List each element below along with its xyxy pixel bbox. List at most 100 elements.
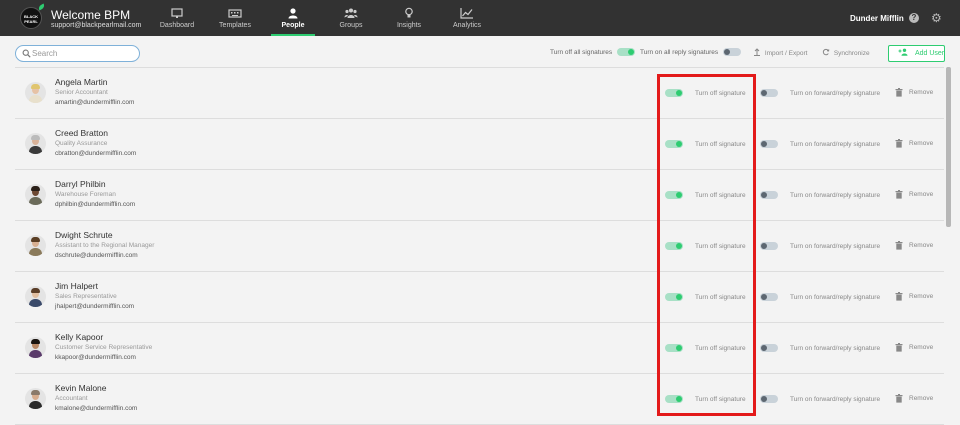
trash-icon[interactable] (895, 292, 903, 301)
synchronize-button[interactable]: Synchronize (822, 48, 870, 57)
person-role: Quality Assurance (55, 140, 108, 147)
nav-templates[interactable]: Templates (206, 0, 264, 36)
remove-button[interactable]: Remove (909, 140, 933, 147)
forward-reply-toggle-label: Turn on forward/reply signature (790, 141, 881, 148)
person-row[interactable]: Darryl Philbin Warehouse Foreman dphilbi… (15, 170, 944, 221)
nav-insights[interactable]: Insights (380, 0, 438, 36)
search-icon (22, 49, 31, 58)
trash-icon[interactable] (895, 241, 903, 250)
avatar (25, 82, 46, 103)
trash-icon[interactable] (895, 190, 903, 199)
account-email: support@blackpearlmail.com (51, 22, 142, 29)
person-email: dschrute@dundermifflin.com (55, 252, 138, 259)
black-pearl-logo[interactable]: BLACK PEARL (20, 3, 46, 29)
person-role: Sales Representative (55, 293, 117, 300)
person-row[interactable]: Angela Martin Senior Accountant amartin@… (15, 68, 944, 119)
trash-icon[interactable] (895, 88, 903, 97)
person-row[interactable]: Creed Bratton Quality Assurance cbratton… (15, 119, 944, 170)
people-list: Angela Martin Senior Accountant amartin@… (15, 67, 944, 425)
nav-groups[interactable]: Groups (322, 0, 380, 36)
nav-label: Groups (339, 22, 363, 29)
highlight-box (657, 74, 756, 416)
person-role: Senior Accountant (55, 89, 108, 96)
main-nav: Dashboard Templates People Groups Insigh… (148, 0, 496, 36)
line-chart-icon (460, 8, 473, 19)
avatar (25, 235, 46, 256)
remove-button[interactable]: Remove (909, 293, 933, 300)
forward-reply-toggle[interactable] (760, 395, 778, 403)
import-export-icon (754, 48, 760, 56)
remove-button[interactable]: Remove (909, 191, 933, 198)
keyboard-icon (228, 9, 242, 18)
organization-name: Dunder Mifflin (850, 14, 904, 23)
turn-off-all-signatures-label: Turn off all signatures (550, 49, 613, 56)
turn-on-reply-signatures-label: Turn on all reply signatures (640, 49, 719, 56)
synchronize-label: Synchronize (833, 50, 870, 57)
turn-off-all-signatures-toggle[interactable] (617, 48, 635, 56)
forward-reply-toggle-label: Turn on forward/reply signature (790, 192, 881, 199)
nav-label: Templates (219, 22, 251, 29)
logo-text: BLACK PEARL (24, 14, 38, 24)
remove-button[interactable]: Remove (909, 89, 933, 96)
avatar (25, 388, 46, 409)
forward-reply-toggle-label: Turn on forward/reply signature (790, 396, 881, 403)
person-name: Kevin Malone (55, 383, 107, 393)
forward-reply-toggle-label: Turn on forward/reply signature (790, 345, 881, 352)
forward-reply-toggle-label: Turn on forward/reply signature (790, 243, 881, 250)
person-role: Customer Service Representative (55, 344, 153, 351)
sync-icon (822, 48, 830, 56)
person-name: Darryl Philbin (55, 179, 106, 189)
avatar (25, 184, 46, 205)
person-name: Kelly Kapoor (55, 332, 104, 342)
help-icon[interactable]: ? (909, 13, 919, 23)
group-icon (344, 8, 358, 18)
person-name: Creed Bratton (55, 128, 108, 138)
person-name: Angela Martin (55, 77, 108, 87)
turn-on-reply-signatures-toggle[interactable] (723, 48, 741, 56)
avatar (25, 133, 46, 154)
gear-icon[interactable]: ⚙ (931, 12, 942, 24)
nav-analytics[interactable]: Analytics (438, 0, 496, 36)
trash-icon[interactable] (895, 394, 903, 403)
person-name: Jim Halpert (55, 281, 98, 291)
forward-reply-toggle[interactable] (760, 242, 778, 250)
trash-icon[interactable] (895, 343, 903, 352)
add-user-icon (898, 48, 908, 56)
forward-reply-toggle[interactable] (760, 191, 778, 199)
add-user-button[interactable]: Add User (888, 45, 945, 62)
remove-button[interactable]: Remove (909, 395, 933, 402)
avatar (25, 286, 46, 307)
person-email: kmalone@dundermifflin.com (55, 405, 138, 412)
remove-button[interactable]: Remove (909, 344, 933, 351)
forward-reply-toggle[interactable] (760, 89, 778, 97)
person-email: dphilbin@dundermifflin.com (55, 201, 136, 208)
nav-label: People (281, 22, 305, 29)
search-input[interactable] (32, 47, 136, 60)
search-box[interactable] (15, 45, 140, 62)
forward-reply-toggle[interactable] (760, 344, 778, 352)
forward-reply-toggle[interactable] (760, 293, 778, 301)
import-export-button[interactable]: Import / Export (753, 48, 807, 57)
person-email: jhalpert@dundermifflin.com (55, 303, 135, 310)
person-row[interactable]: Kelly Kapoor Customer Service Representa… (15, 323, 944, 374)
avatar (25, 337, 46, 358)
person-row[interactable]: Jim Halpert Sales Representative jhalper… (15, 272, 944, 323)
nav-label: Analytics (452, 22, 481, 29)
forward-reply-toggle-label: Turn on forward/reply signature (790, 294, 881, 301)
monitor-icon (171, 8, 183, 18)
scrollbar[interactable] (946, 67, 951, 227)
nav-label: Dashboard (159, 22, 195, 29)
person-row[interactable]: Kevin Malone Accountant kmalone@dundermi… (15, 374, 944, 425)
person-icon (288, 8, 298, 19)
person-email: cbratton@dundermifflin.com (55, 150, 137, 157)
person-name: Dwight Schrute (55, 230, 113, 240)
app-title: Welcome BPM (51, 8, 131, 22)
forward-reply-toggle[interactable] (760, 140, 778, 148)
lightbulb-icon (405, 7, 413, 18)
nav-dashboard[interactable]: Dashboard (148, 0, 206, 36)
person-row[interactable]: Dwight Schrute Assistant to the Regional… (15, 221, 944, 272)
nav-people[interactable]: People (264, 0, 322, 36)
person-role: Accountant (55, 395, 88, 402)
remove-button[interactable]: Remove (909, 242, 933, 249)
trash-icon[interactable] (895, 139, 903, 148)
